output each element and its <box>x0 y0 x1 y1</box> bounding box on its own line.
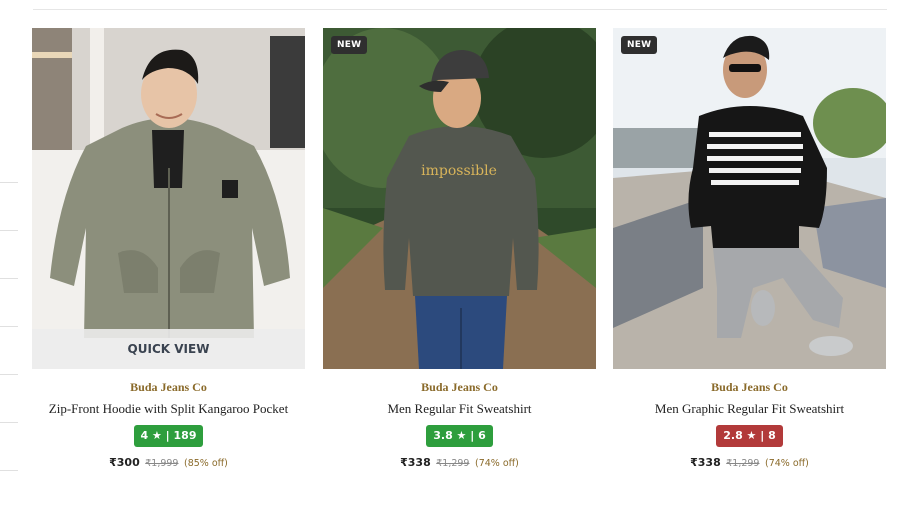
sidebar-divider <box>0 374 18 375</box>
discount-label: (74% off) <box>764 458 809 469</box>
product-card[interactable]: QUICK VIEW Buda Jeans Co Zip-Front Hoodi… <box>32 28 305 469</box>
original-price: ₹1,299 <box>726 458 760 469</box>
product-brand[interactable]: Buda Jeans Co <box>323 380 596 395</box>
sweatshirt-graphic-text: impossible <box>421 163 497 179</box>
price-row: ₹338 ₹1,299 (74% off) <box>613 456 886 469</box>
product-card[interactable]: NEW Buda Jeans Co Men Graphic Regular Fi… <box>613 28 886 469</box>
product-name[interactable]: Men Regular Fit Sweatshirt <box>323 401 596 417</box>
sale-price: ₹338 <box>400 456 431 469</box>
product-brand[interactable]: Buda Jeans Co <box>32 380 305 395</box>
sidebar-divider <box>0 230 18 231</box>
product-name[interactable]: Men Graphic Regular Fit Sweatshirt <box>613 401 886 417</box>
sidebar-divider <box>0 422 18 423</box>
product-photo-sweatshirt: impossible <box>323 28 596 369</box>
sale-price: ₹338 <box>690 456 721 469</box>
quick-view-button[interactable]: QUICK VIEW <box>32 329 305 369</box>
product-name[interactable]: Zip-Front Hoodie with Split Kangaroo Poc… <box>32 401 305 417</box>
sidebar-divider <box>0 278 18 279</box>
sale-price: ₹300 <box>109 456 140 469</box>
price-row: ₹338 ₹1,299 (74% off) <box>323 456 596 469</box>
rating-badge: 3.8 ★ | 6 <box>426 425 493 447</box>
sidebar-divider <box>0 470 18 471</box>
price-row: ₹300 ₹1,999 (85% off) <box>32 456 305 469</box>
new-badge: NEW <box>621 36 658 54</box>
product-brand[interactable]: Buda Jeans Co <box>613 380 886 395</box>
product-image[interactable]: impossible NEW <box>323 28 596 369</box>
product-image[interactable]: NEW <box>613 28 886 369</box>
rating-badge: 2.8 ★ | 8 <box>716 425 783 447</box>
original-price: ₹1,999 <box>145 458 179 469</box>
new-badge: NEW <box>331 36 368 54</box>
sidebar-divider <box>0 182 18 183</box>
product-photo-hoodie <box>32 28 305 369</box>
discount-label: (85% off) <box>183 458 228 469</box>
product-image[interactable]: QUICK VIEW <box>32 28 305 369</box>
sidebar-divider <box>0 326 18 327</box>
product-photo-striped-sweatshirt <box>613 28 886 369</box>
top-divider <box>33 9 887 10</box>
rating-badge: 4 ★ | 189 <box>133 425 204 447</box>
original-price: ₹1,299 <box>436 458 470 469</box>
product-card[interactable]: impossible NEW Buda Jeans Co Men Regular… <box>323 28 596 469</box>
discount-label: (74% off) <box>474 458 519 469</box>
